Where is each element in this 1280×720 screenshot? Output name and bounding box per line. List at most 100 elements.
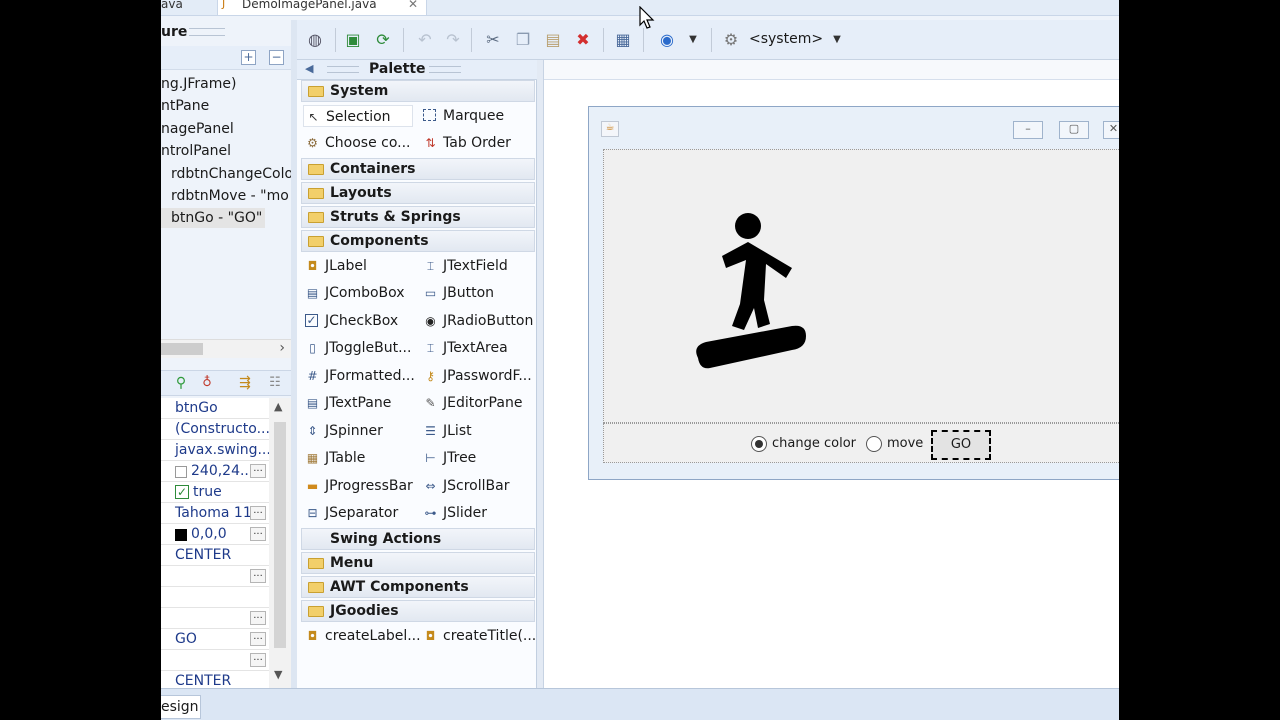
scrollbar-thumb[interactable] <box>274 422 286 648</box>
property-row[interactable]: CENTER <box>161 545 269 566</box>
property-row[interactable]: 240,24...... <box>161 461 269 482</box>
property-value[interactable]: btnGo <box>175 400 218 416</box>
tab-demo-image-panel[interactable]: J DemoImagePanel.java ✕ <box>217 0 427 16</box>
collapse-all-icon[interactable]: − <box>269 50 284 65</box>
palette-item-jspinner[interactable]: ⇕ JSpinner <box>303 420 382 442</box>
refresh-icon[interactable]: ⟳ <box>373 30 393 50</box>
properties-vertical-scrollbar[interactable]: ▲ ▼ <box>269 398 291 688</box>
globe-icon[interactable]: ◉ <box>657 30 677 50</box>
palette-item-marquee[interactable]: Marquee <box>421 105 504 127</box>
checkbox-checked-icon[interactable]: ✓ <box>175 485 189 499</box>
palette-item-jradiobutton[interactable]: ◉ JRadioButton <box>421 310 533 332</box>
goto-definition-icon[interactable]: ⇶ <box>235 373 255 393</box>
palette-category-swing-actions[interactable]: Swing Actions <box>301 528 535 550</box>
palette-item-jtree[interactable]: ⊢ JTree <box>421 447 476 469</box>
delete-icon[interactable]: ✖ <box>573 30 593 50</box>
property-value[interactable]: GO <box>175 631 197 647</box>
property-row[interactable]: javax.swing.... <box>161 440 269 461</box>
edit-button[interactable]: ... <box>250 527 266 541</box>
property-row[interactable]: GO... <box>161 629 269 650</box>
palette-item-jtextarea[interactable]: ⌶ JTextArea <box>421 337 508 359</box>
property-value[interactable]: 240,24... <box>191 463 253 479</box>
palette-category-struts-springs[interactable]: Struts & Springs <box>301 206 535 228</box>
edit-button[interactable]: ... <box>250 506 266 520</box>
palette-item-jcombobox[interactable]: ▤ JComboBox <box>303 282 405 304</box>
palette-item-jlabel[interactable]: ◘ JLabel <box>303 255 367 277</box>
palette-category-layouts[interactable]: Layouts <box>301 182 535 204</box>
look-and-feel-select[interactable]: <system> <box>749 31 823 47</box>
palette-item-create-title[interactable]: ◘ createTitle(... <box>421 625 537 647</box>
property-row[interactable]: ✓ true <box>161 482 269 503</box>
redo-icon[interactable]: ↷ <box>443 30 463 50</box>
tree-item-jframe[interactable]: ng.JFrame) <box>161 74 236 94</box>
paste-icon[interactable]: ▤ <box>543 30 563 50</box>
property-row[interactable]: Tahoma 11... <box>161 503 269 524</box>
property-value[interactable]: CENTER <box>175 673 231 688</box>
test-gui-icon[interactable]: ◍ <box>305 30 325 50</box>
palette-category-menu[interactable]: Menu <box>301 552 535 574</box>
scroll-up-icon[interactable]: ▲ <box>274 400 282 413</box>
jframe-preview[interactable]: ☕ – ▢ ✕ change color move GO <box>588 106 1119 480</box>
tab-java-file[interactable]: ava <box>161 0 191 16</box>
property-value[interactable]: Tahoma 11 <box>175 505 252 521</box>
palette-item-tab-order[interactable]: ⇅ Tab Order <box>421 132 510 154</box>
minimize-icon[interactable]: – <box>1013 121 1043 139</box>
edit-button[interactable]: ... <box>250 569 266 583</box>
control-panel[interactable]: change color move GO <box>603 423 1119 463</box>
palette-item-jlist[interactable]: ☰ JList <box>421 420 472 442</box>
chevron-down-icon[interactable]: ▼ <box>827 30 847 50</box>
property-value[interactable]: 0,0,0 <box>191 526 227 542</box>
design-canvas[interactable]: ☕ – ▢ ✕ change color move GO <box>543 60 1119 688</box>
palette-item-jtextpane[interactable]: ▤ JTextPane <box>303 392 392 414</box>
palette-item-jformattedtextfield[interactable]: # JFormatted... <box>303 365 414 387</box>
expand-all-icon[interactable]: + <box>241 50 256 65</box>
edit-button[interactable]: ... <box>250 464 266 478</box>
go-button[interactable]: GO <box>931 430 991 460</box>
scroll-down-icon[interactable]: ▼ <box>274 668 282 681</box>
palette-category-system[interactable]: System <box>301 80 535 102</box>
image-panel[interactable] <box>603 149 1119 423</box>
palette-item-jbutton[interactable]: ▭ JButton <box>421 282 494 304</box>
edit-button[interactable]: ... <box>250 611 266 625</box>
chevron-down-icon[interactable]: ▼ <box>683 30 703 50</box>
palette-item-jtable[interactable]: ▦ JTable <box>303 447 366 469</box>
properties-icon[interactable]: ▦ <box>613 30 633 50</box>
radio-move[interactable] <box>866 436 882 452</box>
collapse-palette-icon[interactable]: ◀ <box>305 62 313 75</box>
tree-item-btn-go[interactable]: btnGo - "GO" <box>161 208 265 228</box>
tree-item-image-panel[interactable]: nagePanel <box>161 119 234 139</box>
palette-item-jpasswordfield[interactable]: ⚷ JPasswordF... <box>421 365 532 387</box>
property-row[interactable]: ... <box>161 650 269 671</box>
tab-design[interactable]: esign <box>161 695 201 719</box>
palette-item-jtogglebutton[interactable]: ▯ JToggleBut... <box>303 337 411 359</box>
palette-item-jscrollbar[interactable]: ⇔ JScrollBar <box>421 475 509 497</box>
palette-item-create-label[interactable]: ◘ createLabel... <box>303 625 421 647</box>
structure-horizontal-scrollbar[interactable]: › <box>161 339 291 358</box>
property-row[interactable] <box>161 587 269 608</box>
palette-item-jseparator[interactable]: ⊟ JSeparator <box>303 502 398 524</box>
edit-button[interactable]: ... <box>250 632 266 646</box>
property-row[interactable]: btnGo <box>161 398 269 419</box>
tree-item-control-panel[interactable]: ntrolPanel <box>161 141 231 161</box>
property-row[interactable]: CENTER <box>161 671 269 688</box>
scroll-right-icon[interactable]: › <box>279 340 285 356</box>
close-tab-icon[interactable]: ✕ <box>408 0 418 10</box>
palette-item-jtextfield[interactable]: ⌶ JTextField <box>421 255 508 277</box>
palette-item-jcheckbox[interactable]: ✓ JCheckBox <box>303 310 398 332</box>
property-row[interactable]: ... <box>161 608 269 629</box>
palette-category-awt[interactable]: AWT Components <box>301 576 535 598</box>
palette-category-components[interactable]: Components <box>301 230 535 252</box>
palette-item-jeditorpane[interactable]: ✎ JEditorPane <box>421 392 522 414</box>
close-icon[interactable]: ✕ <box>1103 121 1119 139</box>
show-advanced-icon[interactable]: ☷ <box>265 373 285 393</box>
radio-change-color[interactable] <box>751 436 767 452</box>
cut-icon[interactable]: ✂ <box>483 30 503 50</box>
property-value[interactable]: true <box>193 484 222 500</box>
palette-item-selection[interactable]: ↖ Selection <box>303 105 413 127</box>
tree-item-content-pane[interactable]: ntPane <box>161 96 209 116</box>
tree-item-rdbtn-move[interactable]: rdbtnMove - "mo <box>171 186 289 206</box>
property-row[interactable]: 0,0,0... <box>161 524 269 545</box>
look-and-feel-icon[interactable]: ⚙ <box>721 30 741 50</box>
property-row[interactable]: ... <box>161 566 269 587</box>
palette-category-containers[interactable]: Containers <box>301 158 535 180</box>
